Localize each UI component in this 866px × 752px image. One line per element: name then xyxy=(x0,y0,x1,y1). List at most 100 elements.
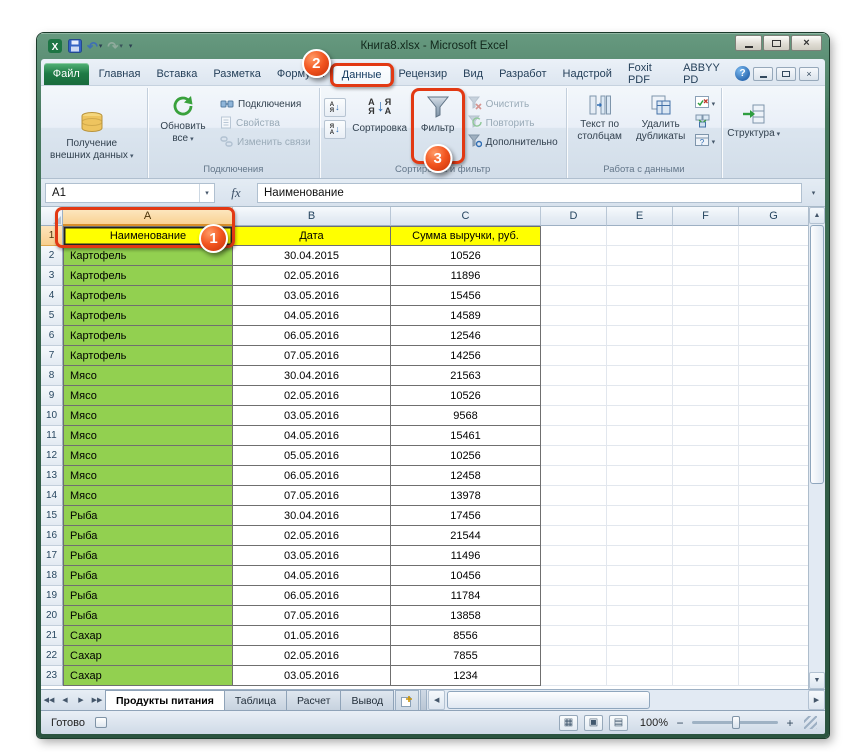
formula-input[interactable]: Наименование xyxy=(257,183,802,203)
zoom-level[interactable]: 100% xyxy=(634,717,668,729)
cell[interactable] xyxy=(739,426,808,446)
cell[interactable] xyxy=(673,586,739,606)
cell[interactable] xyxy=(673,386,739,406)
sum-cell[interactable]: 13858 xyxy=(391,606,541,626)
view-normal-button[interactable]: ▦ xyxy=(559,715,578,731)
sum-cell[interactable]: 7855 xyxy=(391,646,541,666)
zoom-in-button[interactable]: + xyxy=(784,716,796,730)
name-cell[interactable]: Мясо xyxy=(63,386,233,406)
sheet-tab-Продукты питания[interactable]: Продукты питания xyxy=(105,690,225,710)
cell[interactable] xyxy=(607,406,673,426)
workbook-minimize-button[interactable] xyxy=(753,67,773,81)
cell[interactable] xyxy=(673,346,739,366)
sum-cell[interactable]: 10256 xyxy=(391,446,541,466)
name-cell[interactable]: Мясо xyxy=(63,486,233,506)
sort-descending-button[interactable]: ЯА↓ xyxy=(324,120,346,139)
help-icon[interactable]: ? xyxy=(735,66,750,81)
refresh-all-button[interactable]: Обновить все▾ xyxy=(152,90,214,160)
row-number[interactable]: 5 xyxy=(41,306,63,326)
cell[interactable] xyxy=(673,446,739,466)
save-icon[interactable] xyxy=(67,38,83,54)
cell[interactable] xyxy=(607,346,673,366)
get-external-data-button[interactable]: Получение внешних данных▾ xyxy=(47,95,136,173)
cell[interactable] xyxy=(739,326,808,346)
cell[interactable] xyxy=(739,586,808,606)
remove-duplicates-button[interactable]: Удалить дубликаты xyxy=(631,90,691,160)
cell[interactable] xyxy=(541,386,607,406)
name-cell[interactable]: Мясо xyxy=(63,426,233,446)
sheet-tab-Вывод[interactable]: Вывод xyxy=(340,690,394,710)
sum-cell[interactable]: 13978 xyxy=(391,486,541,506)
ribbon-tab-Надстрой[interactable]: Надстрой xyxy=(555,63,620,85)
row-number[interactable]: 15 xyxy=(41,506,63,526)
cell[interactable] xyxy=(673,466,739,486)
column-header-C[interactable]: C xyxy=(391,207,541,226)
first-sheet-button[interactable]: ◀◀ xyxy=(41,690,57,710)
date-cell[interactable]: 06.05.2016 xyxy=(233,466,391,486)
sum-cell[interactable]: 15456 xyxy=(391,286,541,306)
date-cell[interactable]: 03.05.2016 xyxy=(233,286,391,306)
cell[interactable] xyxy=(739,306,808,326)
cell[interactable] xyxy=(739,626,808,646)
name-box-dropdown-icon[interactable]: ▾ xyxy=(199,184,214,202)
what-if-analysis-button[interactable]: ? ▾ xyxy=(693,134,718,150)
cell[interactable] xyxy=(607,466,673,486)
resize-grip[interactable] xyxy=(804,716,817,729)
name-cell[interactable]: Мясо xyxy=(63,406,233,426)
zoom-slider-thumb[interactable] xyxy=(732,716,740,729)
cell[interactable] xyxy=(541,606,607,626)
row-number[interactable]: 17 xyxy=(41,546,63,566)
column-header-F[interactable]: F xyxy=(673,207,739,226)
cell[interactable] xyxy=(541,546,607,566)
name-cell[interactable]: Сахар xyxy=(63,666,233,686)
row-number[interactable]: 1 xyxy=(41,226,63,246)
date-cell[interactable]: 07.05.2016 xyxy=(233,606,391,626)
outline-button[interactable]: Структура▾ xyxy=(724,99,783,169)
tab-splitter-handle[interactable] xyxy=(420,690,427,710)
name-cell[interactable]: Рыба xyxy=(63,526,233,546)
name-cell[interactable]: Сахар xyxy=(63,626,233,646)
row-number[interactable]: 21 xyxy=(41,626,63,646)
cell[interactable] xyxy=(673,566,739,586)
column-header-D[interactable]: D xyxy=(541,207,607,226)
sort-button[interactable]: АЯ↓ЯА Сортировка xyxy=(348,90,412,160)
cell[interactable] xyxy=(607,306,673,326)
redo-icon[interactable]: ↷▾ xyxy=(106,38,123,54)
sum-cell[interactable]: 11896 xyxy=(391,266,541,286)
row-number[interactable]: 18 xyxy=(41,566,63,586)
row-number[interactable]: 13 xyxy=(41,466,63,486)
cell[interactable] xyxy=(607,666,673,686)
date-cell[interactable]: 04.05.2016 xyxy=(233,566,391,586)
name-cell[interactable]: Картофель xyxy=(63,326,233,346)
name-cell[interactable]: Картофель xyxy=(63,306,233,326)
cell[interactable] xyxy=(673,626,739,646)
ribbon-tab-Разметка[interactable]: Разметка xyxy=(205,63,269,85)
name-cell[interactable]: Мясо xyxy=(63,446,233,466)
cell[interactable] xyxy=(739,526,808,546)
sum-cell[interactable]: 9568 xyxy=(391,406,541,426)
date-cell[interactable]: 02.05.2016 xyxy=(233,646,391,666)
cell[interactable] xyxy=(739,386,808,406)
sum-cell[interactable]: 21544 xyxy=(391,526,541,546)
insert-function-button[interactable]: fx xyxy=(219,183,253,203)
date-cell[interactable]: 04.05.2016 xyxy=(233,426,391,446)
date-cell[interactable]: 05.05.2016 xyxy=(233,446,391,466)
cell[interactable] xyxy=(607,446,673,466)
sum-cell[interactable]: 14589 xyxy=(391,306,541,326)
name-cell[interactable]: Рыба xyxy=(63,606,233,626)
advanced-filter-button[interactable]: Дополнительно xyxy=(464,134,562,151)
cell[interactable] xyxy=(607,626,673,646)
name-cell[interactable]: Картофель xyxy=(63,286,233,306)
workbook-restore-button[interactable] xyxy=(776,67,796,81)
cell[interactable] xyxy=(739,286,808,306)
sum-cell[interactable]: 12458 xyxy=(391,466,541,486)
ribbon-tab-Вставка[interactable]: Вставка xyxy=(148,63,205,85)
name-cell[interactable]: Рыба xyxy=(63,546,233,566)
ribbon-tab-Разработ[interactable]: Разработ xyxy=(491,63,554,85)
cell[interactable] xyxy=(541,586,607,606)
name-cell[interactable]: Рыба xyxy=(63,586,233,606)
tab-file[interactable]: Файл xyxy=(44,63,89,85)
edit-links-button[interactable]: Изменить связи xyxy=(216,134,315,151)
cell[interactable] xyxy=(607,246,673,266)
name-cell[interactable]: Картофель xyxy=(63,346,233,366)
